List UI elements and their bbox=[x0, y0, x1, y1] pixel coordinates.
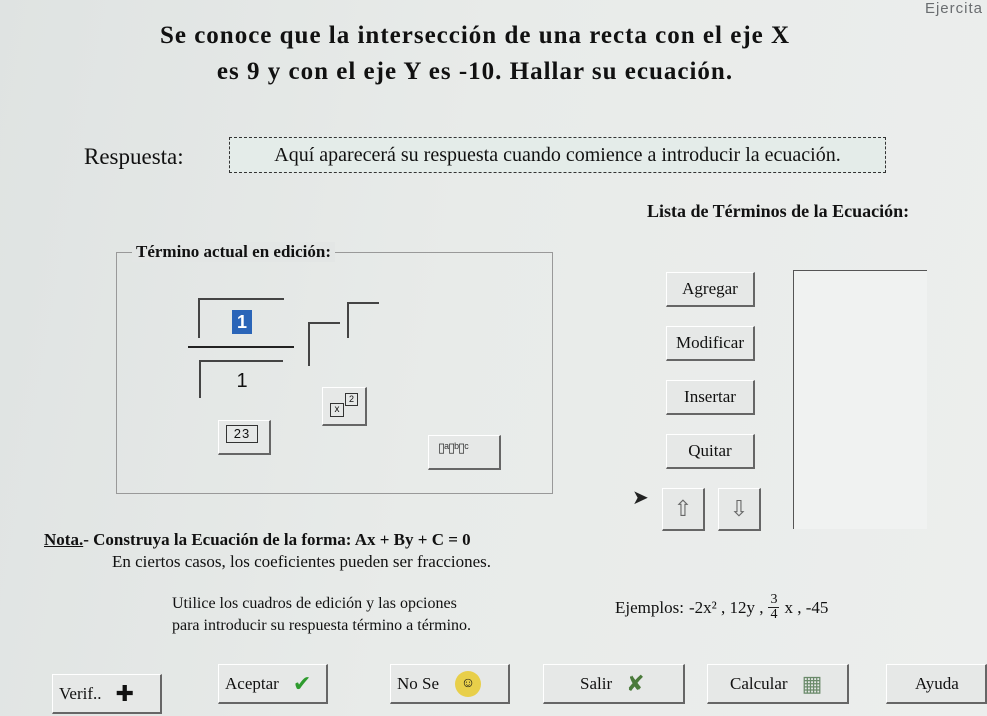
down-arrow-icon: ⇩ bbox=[729, 496, 749, 521]
quitar-button[interactable]: Quitar bbox=[666, 434, 755, 469]
agregar-button[interactable]: Agregar bbox=[666, 272, 755, 307]
number-icon: 23 bbox=[226, 425, 258, 443]
fraction-bar bbox=[188, 346, 294, 348]
move-up-button[interactable]: ⇧ bbox=[662, 488, 705, 531]
no-se-label: No Se bbox=[397, 673, 440, 693]
smiley-icon: ☺ bbox=[455, 670, 482, 697]
term-list[interactable] bbox=[793, 270, 927, 529]
example-fraction: 34 bbox=[768, 592, 780, 622]
nota-line: Nota.- Construya la Ecuación de la forma… bbox=[44, 530, 471, 550]
answer-display: Aquí aparecerá su respuesta cuando comie… bbox=[229, 137, 886, 173]
examples: Ejemplos: -2x² , 12y , 34 x , -45 bbox=[615, 593, 828, 622]
utilice-line-2: para introducir su respuesta término a t… bbox=[172, 617, 472, 634]
example-fraction-num: 3 bbox=[768, 592, 780, 608]
answer-label: Respuesta: bbox=[84, 144, 184, 169]
calcular-button[interactable]: Calcular ▦ bbox=[707, 664, 849, 704]
mouse-pointer-icon: ➤ bbox=[632, 487, 649, 509]
example-fraction-den: 4 bbox=[770, 607, 778, 622]
ayuda-label: Ayuda bbox=[915, 673, 959, 693]
power-base-icon: x bbox=[330, 403, 344, 417]
puzzle-icon: ✚ bbox=[115, 680, 134, 706]
numerator-value[interactable]: 1 bbox=[232, 310, 252, 334]
term-list-title: Lista de Términos de la Ecuación: bbox=[647, 201, 910, 221]
app-corner-title: Ejercita bbox=[924, 0, 983, 17]
up-arrow-icon: ⇧ bbox=[673, 496, 693, 521]
salir-label: Salir bbox=[580, 673, 613, 693]
verif-label: Verif.. bbox=[59, 683, 102, 703]
power-base-box[interactable] bbox=[308, 322, 340, 366]
power-exponent-box[interactable] bbox=[347, 302, 379, 338]
power-exponent-icon: 2 bbox=[345, 393, 358, 406]
modificar-button[interactable]: Modificar bbox=[666, 326, 755, 361]
calculator-icon: ▦ bbox=[801, 670, 823, 696]
question-line-1: Se conoce que la intersección de una rec… bbox=[159, 22, 791, 49]
example-terms-2: x , -45 bbox=[784, 597, 829, 617]
utilice-line-1: Utilice los cuadros de edición y las opc… bbox=[172, 595, 457, 612]
term-editor-legend: Término actual en edición: bbox=[132, 242, 336, 262]
multi-term-icon: ▯ᵃ▯ᵇ▯ᶜ bbox=[438, 440, 469, 455]
aceptar-label: Aceptar bbox=[225, 673, 279, 693]
ayuda-button[interactable]: Ayuda bbox=[886, 664, 987, 704]
salir-button[interactable]: Salir ✘ bbox=[543, 664, 685, 704]
nota-text: - Construya la Ecuación de la forma: Ax … bbox=[83, 530, 471, 549]
verif-button[interactable]: Verif.. ✚ bbox=[52, 674, 162, 714]
exit-x-icon: ✘ bbox=[626, 670, 645, 696]
question-line-2: es 9 y con el eje Y es -10. Hallar su ec… bbox=[216, 58, 734, 85]
move-down-button[interactable]: ⇩ bbox=[718, 488, 761, 531]
no-se-button[interactable]: No Se ☺ bbox=[390, 664, 510, 704]
insertar-button[interactable]: Insertar bbox=[666, 380, 755, 415]
aceptar-button[interactable]: Aceptar ✔ bbox=[218, 664, 328, 704]
example-terms-1: -2x² , 12y , bbox=[688, 597, 764, 617]
checkmark-icon: ✔ bbox=[292, 670, 312, 696]
answer-placeholder: Aquí aparecerá su respuesta cuando comie… bbox=[274, 143, 841, 166]
calcular-label: Calcular bbox=[730, 673, 788, 693]
nota-prefix: Nota. bbox=[44, 530, 84, 549]
fraction-denominator-box[interactable]: 1 bbox=[199, 360, 283, 398]
examples-label: Ejemplos: bbox=[615, 597, 684, 617]
casos-text: En ciertos casos, los coeficientes puede… bbox=[112, 552, 492, 571]
